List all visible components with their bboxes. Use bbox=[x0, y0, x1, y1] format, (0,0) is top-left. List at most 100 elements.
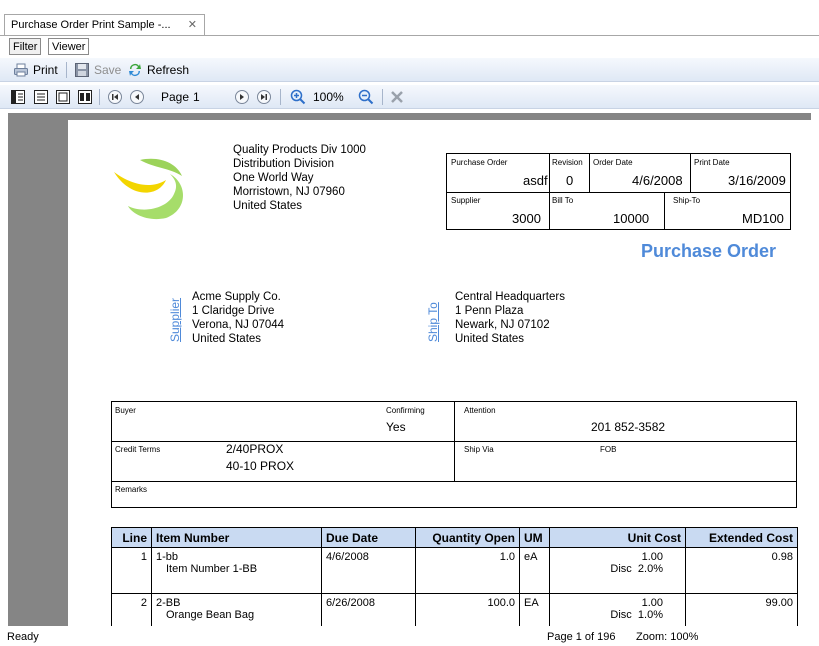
discount-label: Disc bbox=[610, 609, 632, 621]
first-page-icon[interactable] bbox=[107, 89, 123, 105]
status-page: Page 1 of 196 bbox=[547, 631, 616, 643]
item-description: Item Number 1-BB bbox=[166, 563, 258, 575]
revision-value: 0 bbox=[566, 173, 574, 188]
item-cell: 1-bb Item Number 1-BB bbox=[151, 547, 322, 594]
save-label: Save bbox=[94, 63, 122, 77]
line-items-table: Line Item Number Due Date Quantity Open … bbox=[111, 527, 798, 626]
shipto-line: Central Headquarters bbox=[455, 291, 565, 303]
bill-to-label: Bill To bbox=[552, 196, 574, 205]
company-line: United States bbox=[233, 200, 303, 212]
shipto-side-label: Ship To bbox=[426, 302, 440, 342]
supplier-number: 3000 bbox=[512, 211, 541, 226]
zoom-level[interactable]: 100% bbox=[313, 90, 344, 104]
company-logo bbox=[114, 158, 184, 220]
toolbar-separator bbox=[66, 62, 67, 78]
credit-terms-code: 2/40PROX bbox=[226, 442, 284, 456]
company-line: Morristown, NJ 07960 bbox=[233, 186, 345, 198]
company-line: Distribution Division bbox=[233, 158, 334, 170]
print-date-label: Print Date bbox=[694, 158, 730, 167]
zoom-out-icon[interactable] bbox=[358, 89, 374, 105]
discount: Disc 2.0% bbox=[554, 563, 663, 575]
unit-cost: 1.00 bbox=[641, 551, 663, 563]
close-icon[interactable]: ✕ bbox=[188, 18, 197, 31]
report-viewer[interactable]: Quality Products Div 1000 Distribution D… bbox=[8, 113, 811, 626]
previous-page-icon[interactable] bbox=[129, 89, 145, 105]
um-cell: EA bbox=[519, 593, 550, 626]
supplier-line: Verona, NJ 07044 bbox=[192, 319, 285, 331]
toolbar-separator bbox=[382, 89, 383, 105]
company-line: One World Way bbox=[233, 172, 314, 184]
shipto-line: United States bbox=[455, 333, 525, 345]
print-button[interactable]: Print bbox=[13, 62, 58, 78]
save-button[interactable]: Save bbox=[74, 62, 121, 78]
discount: Disc 1.0% bbox=[554, 609, 663, 621]
credit-terms-desc: 40-10 PROX bbox=[226, 459, 295, 473]
table-row[interactable]: 2 2-BB Orange Bean Bag 6/26/2008 100.0 E… bbox=[111, 593, 798, 626]
quantity-cell: 100.0 bbox=[415, 593, 520, 626]
supplier-line: Acme Supply Co. bbox=[192, 291, 281, 303]
supplier-label: Supplier bbox=[451, 196, 481, 205]
page-number-input[interactable]: 1 bbox=[193, 90, 200, 104]
confirming-label: Confirming bbox=[386, 406, 425, 415]
navigation-toolbar: Page 1 100% bbox=[0, 85, 819, 109]
report-page: Quality Products Div 1000 Distribution D… bbox=[68, 120, 811, 626]
col-extended-cost: Extended Cost bbox=[685, 527, 798, 548]
next-page-icon[interactable] bbox=[234, 89, 250, 105]
supplier-line: 1 Claridge Drive bbox=[192, 305, 275, 317]
extended-cost-cell: 99.00 bbox=[685, 593, 798, 626]
col-due-date: Due Date bbox=[321, 527, 416, 548]
tab-strip: Purchase Order Print Sample -... ✕ bbox=[0, 0, 819, 36]
single-page-icon[interactable] bbox=[33, 89, 49, 105]
attention-value: 201 852-3582 bbox=[591, 420, 666, 434]
col-unit-cost: Unit Cost bbox=[549, 527, 686, 548]
credit-terms-label: Credit Terms bbox=[115, 445, 161, 454]
po-number-label: Purchase Order bbox=[451, 158, 508, 167]
tab-purchase-order[interactable]: Purchase Order Print Sample -... ✕ bbox=[4, 14, 205, 36]
zoom-in-icon[interactable] bbox=[290, 89, 306, 105]
table-row[interactable]: 1 1-bb Item Number 1-BB 4/6/2008 1.0 eA … bbox=[111, 547, 798, 594]
shipto-line: 1 Penn Plaza bbox=[455, 305, 524, 317]
supplier-line: United States bbox=[192, 333, 262, 345]
attention-label: Attention bbox=[464, 406, 496, 415]
buyer-label: Buyer bbox=[115, 406, 136, 415]
po-number: asdf bbox=[523, 173, 548, 188]
header-divider bbox=[549, 192, 550, 230]
col-item-number: Item Number bbox=[151, 527, 322, 548]
tab-filter[interactable]: Filter bbox=[9, 38, 42, 55]
order-date-label: Order Date bbox=[593, 158, 633, 167]
fob-label: FOB bbox=[600, 445, 617, 454]
tab-divider bbox=[0, 35, 819, 36]
table-header-row: Line Item Number Due Date Quantity Open … bbox=[111, 527, 798, 548]
cancel-icon[interactable] bbox=[389, 89, 405, 105]
status-bar: Ready Page 1 of 196 Zoom: 100% bbox=[0, 626, 819, 646]
item-number: 2-BB bbox=[156, 597, 181, 609]
document-map-icon[interactable] bbox=[10, 89, 26, 105]
page-label: Page bbox=[161, 90, 190, 104]
extended-cost-cell: 0.98 bbox=[685, 547, 798, 594]
col-um: UM bbox=[519, 527, 550, 548]
refresh-button[interactable]: Refresh bbox=[127, 62, 189, 78]
due-date-cell: 4/6/2008 bbox=[321, 547, 416, 594]
refresh-label: Refresh bbox=[147, 63, 190, 77]
last-page-icon[interactable] bbox=[256, 89, 272, 105]
remarks-label: Remarks bbox=[115, 485, 148, 494]
bill-to-number: 10000 bbox=[613, 211, 650, 226]
two-page-icon[interactable] bbox=[77, 89, 93, 105]
tab-viewer[interactable]: Viewer bbox=[48, 38, 90, 55]
save-icon bbox=[75, 63, 89, 77]
um-cell: eA bbox=[519, 547, 550, 594]
header-divider bbox=[690, 153, 691, 192]
quantity-cell: 1.0 bbox=[415, 547, 520, 594]
view-tabs: Filter Viewer bbox=[0, 37, 819, 56]
supplier-side-label: Supplier bbox=[168, 297, 182, 342]
header-divider bbox=[589, 153, 590, 192]
refresh-icon bbox=[129, 64, 141, 76]
confirming-value: Yes bbox=[386, 420, 406, 434]
printer-icon bbox=[14, 63, 28, 77]
ship-to-code: MD100 bbox=[742, 211, 784, 226]
col-line: Line bbox=[111, 527, 152, 548]
item-cell: 2-BB Orange Bean Bag bbox=[151, 593, 322, 626]
toolbar-separator bbox=[99, 89, 100, 105]
discount-value: 2.0% bbox=[637, 563, 663, 575]
page-layout-icon[interactable] bbox=[55, 89, 71, 105]
